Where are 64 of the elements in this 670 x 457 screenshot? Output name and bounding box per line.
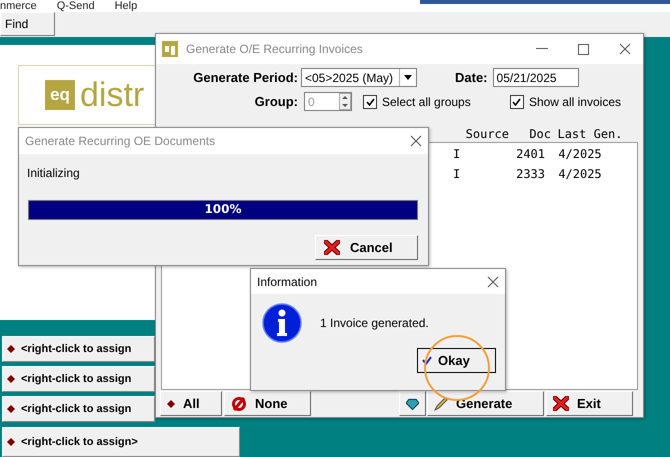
cancel-button[interactable]: Cancel [315, 235, 418, 260]
shortcut-button[interactable]: <right-click to assign [2, 366, 155, 392]
field-label: Group: [254, 94, 298, 109]
prohibited-icon [231, 396, 247, 412]
table-cell-text: 2333 [515, 167, 545, 181]
diamond-icon [7, 438, 15, 446]
close-icon[interactable] [619, 43, 631, 55]
diamond-icon [7, 345, 15, 353]
progress-reading: 100% [203, 202, 243, 216]
dialog-title: Generate Recurring OE Documents [25, 134, 216, 148]
checkbox[interactable] [510, 94, 524, 108]
field-label: Generate Period: [193, 70, 298, 85]
info-icon [262, 303, 302, 343]
menu-item[interactable]: Q-Send [56, 0, 95, 12]
field-label: Date: [455, 70, 488, 85]
x-icon [324, 240, 340, 255]
status-text: Initializing [27, 166, 81, 180]
dialog-title: Information [257, 274, 318, 288]
all-button[interactable]: All [160, 391, 222, 416]
table-cell-text: 4/2025 [557, 147, 603, 161]
table-cell-text: 4/2025 [557, 167, 603, 181]
pencil-icon [434, 396, 448, 410]
table-cell-text: I [453, 167, 462, 181]
exit-button[interactable]: Exit [546, 391, 633, 416]
logo-text: distr [80, 75, 144, 115]
check-icon [366, 98, 374, 106]
column-header: Last Gen. [556, 126, 624, 140]
diamond-icon [7, 375, 15, 383]
window-title: Generate O/E Recurring Invoices [186, 42, 364, 56]
checkbox-label: Show all invoices [528, 94, 621, 108]
checkbox[interactable] [363, 94, 377, 108]
table-cell-text: 2401 [515, 147, 545, 161]
gem-button[interactable] [399, 391, 426, 416]
shortcut-button[interactable]: <right-click to assign [2, 396, 155, 422]
generate-button[interactable]: Generate [427, 391, 544, 416]
diamond-icon [7, 405, 15, 413]
table-cell-text: I [453, 147, 462, 161]
maximize-icon[interactable] [578, 44, 589, 54]
okay-button[interactable]: Okay [417, 348, 496, 373]
period-dropdown[interactable]: <05>2025 (May) [301, 68, 417, 87]
check-icon [512, 98, 522, 106]
check-icon [422, 356, 432, 365]
x-icon [553, 396, 569, 411]
gem-icon [406, 398, 419, 410]
find-button[interactable]: Find [0, 12, 55, 36]
minimize-icon[interactable] [536, 48, 548, 50]
shortcut-button[interactable]: <right-click to assign> [2, 427, 240, 457]
close-icon[interactable] [410, 135, 422, 147]
menu-item[interactable]: nmerce [0, 0, 37, 12]
spinner-arrows-icon[interactable] [339, 93, 351, 110]
dropdown-arrow-icon [404, 75, 412, 80]
shortcut-button[interactable]: <right-click to assign [2, 336, 155, 362]
menu-item[interactable]: Help [114, 0, 138, 12]
close-icon[interactable] [487, 276, 499, 288]
diamond-icon [167, 400, 175, 408]
column-header: Doc [528, 126, 551, 140]
info-message: 1 Invoice generated. [320, 316, 429, 330]
app-icon [162, 41, 178, 57]
group-value: 0 [308, 94, 315, 108]
logo-mark: eq [45, 80, 75, 110]
checkbox-label: Select all groups [382, 94, 471, 108]
column-header: Source [464, 126, 509, 140]
date-field[interactable]: 05/21/2025 [492, 68, 579, 87]
none-button[interactable]: None [224, 391, 311, 416]
